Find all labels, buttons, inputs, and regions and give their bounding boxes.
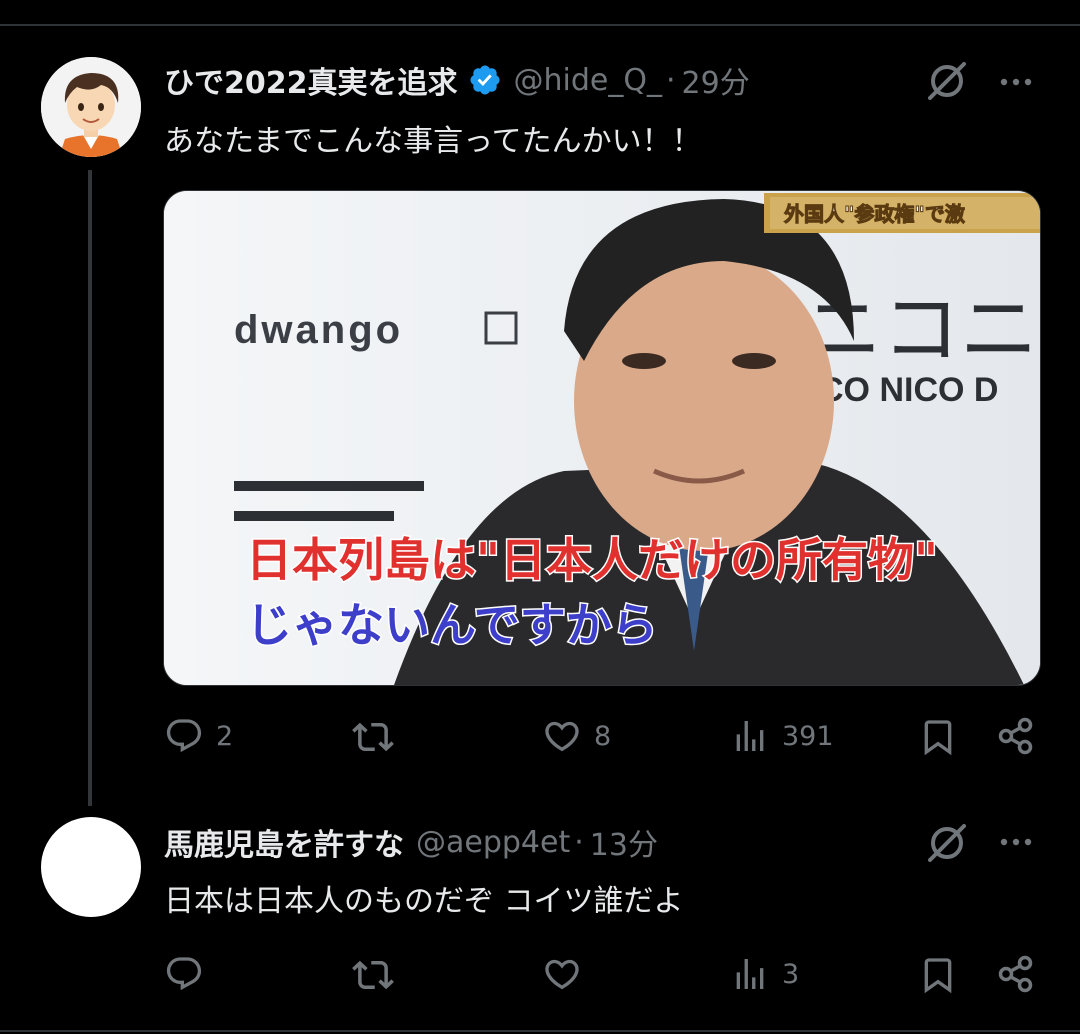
avatar-hide-q[interactable] [41,57,141,157]
views-icon [736,721,764,751]
media-caption-line1: 日本列島は"日本人だけの所有物" [246,533,938,587]
display-name[interactable]: ひで2022真実を追求 [164,58,458,102]
views-count: 3 [782,958,800,990]
reply-count: 2 [216,720,234,752]
timestamp[interactable]: 13分 [590,820,658,864]
views-button[interactable]: 3 [730,954,799,994]
timestamp[interactable]: 29分 [682,58,750,102]
like-button[interactable]: 8 [542,716,611,756]
share-icon [998,717,1033,755]
retweet-button[interactable] [352,954,406,996]
tweet-text: 日本は日本人のものだぞ コイツ誰だよ [164,884,684,919]
reply-icon [166,957,202,991]
avatar-aepp4et[interactable] [41,817,141,917]
verified-badge-icon [469,65,500,95]
tweet-header: 馬鹿児島を許すな @aepp4et · 13分 [164,820,658,864]
handle[interactable]: @hide_Q_ [514,63,662,98]
separator-dot: · [574,824,584,860]
thread-connector-line [88,170,92,806]
tweet-header: ひで2022真実を追求 @hide_Q_ · 29分 [164,58,750,102]
media-caption-line2: じゃないんですから [246,598,658,652]
retweet-icon [352,722,394,752]
retweet-button[interactable] [352,716,406,758]
views-button[interactable]: 391 [730,716,834,756]
media-top-banner: 外国人"参政権"で激 [784,202,965,226]
bookmark-icon [924,720,952,756]
bottom-divider [0,1030,1080,1032]
like-count: 8 [594,720,612,752]
separator-dot: · [665,62,676,98]
reply-icon [166,719,202,753]
handle[interactable]: @aepp4et [416,825,570,860]
like-icon [545,959,579,990]
views-count: 391 [782,720,834,752]
more-icon[interactable] [996,822,1036,862]
tweet-text: あなたまでこんな事言ってたんかい！！ [164,124,702,159]
share-button[interactable] [996,716,1036,756]
retweet-icon [352,960,394,990]
media-logo-niconico-sub: CO NICO D [819,371,998,409]
share-button[interactable] [996,954,1036,994]
reply-button[interactable] [164,954,216,994]
top-divider [0,24,1080,26]
views-icon [736,959,764,989]
share-icon [998,955,1033,993]
bookmark-button[interactable] [918,954,958,996]
grok-icon[interactable] [924,820,970,866]
reply-button[interactable]: 2 [164,716,233,756]
like-button[interactable] [542,954,594,994]
media-logo-dwango: dwango [234,308,403,352]
display-name[interactable]: 馬鹿児島を許すな [164,820,404,864]
more-icon[interactable] [996,62,1036,102]
grok-icon[interactable] [924,58,970,104]
tweet-media-image[interactable]: dwango ニコニコ動 CO NICO D 外国人"参政権"で激 日本列島は"… [163,190,1041,686]
bookmark-icon [924,958,952,994]
bookmark-button[interactable] [918,716,958,758]
like-icon [545,721,579,752]
